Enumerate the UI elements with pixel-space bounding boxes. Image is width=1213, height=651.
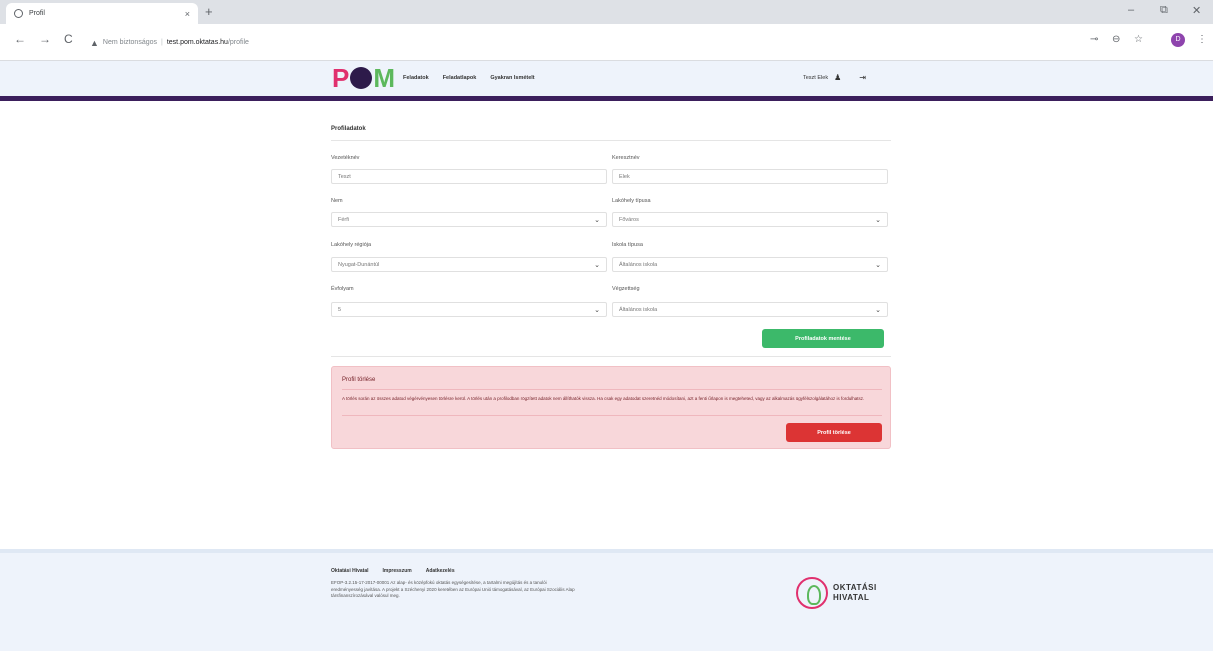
star-icon[interactable]: ☆ [1134,34,1143,45]
browser-tab-bar: Profil × + – ⧉ ✕ [0,0,1213,24]
site-header [0,61,1213,96]
main-content [0,101,1213,549]
settlement-type-value: Főváros [619,216,639,223]
user-menu: Teszt Elek ♟ ⇥ [803,73,866,82]
forward-button[interactable]: → [39,32,51,46]
settlement-type-label: Lakóhely típusa [612,198,651,204]
footer-link-privacy[interactable]: Adatkezelés [426,568,455,574]
alert-divider [342,389,882,390]
back-button[interactable]: ← [14,32,26,46]
oh-brand-line2: HIVATAL [833,593,870,602]
oh-brand-text: OKTATÁSI HIVATAL [833,583,877,603]
tab-close-icon[interactable]: × [185,9,190,19]
zoom-icon[interactable]: ⊖ [1112,34,1120,45]
gender-select[interactable]: Férfi ⌄ [331,212,607,227]
role-select[interactable]: Általános iskola ⌄ [612,302,888,317]
chevron-down-icon: ⌄ [875,261,881,269]
school-type-select[interactable]: Általános iskola ⌄ [612,257,888,272]
grade-select[interactable]: 5 ⌄ [331,302,607,317]
logout-icon[interactable]: ⇥ [859,73,866,82]
gender-value: Férfi [338,216,349,223]
footer-link-imprint[interactable]: Impresszum [383,568,412,574]
region-label: Lakóhely régiója [331,242,372,248]
chevron-down-icon: ⌄ [594,261,600,269]
url-input[interactable]: ▲ Nem biztonságos | test.pom.oktatas.hu … [90,30,1080,55]
page-title: Profiladatok [331,126,366,132]
region-value: Nyugat-Dunántúl [338,261,380,268]
role-value: Általános iskola [619,306,658,313]
globe-icon [14,9,23,18]
logo-letter-p: P [332,62,350,93]
reload-button[interactable]: C [64,32,73,46]
key-icon[interactable]: ⊸ [1090,34,1098,45]
region-select[interactable]: Nyugat-Dunántúl ⌄ [331,257,607,272]
nav-item-worksheets[interactable]: Feladatlapok [443,75,477,81]
lastname-label: Vezetéknév [331,155,360,161]
window-close-button[interactable]: ✕ [1192,4,1201,17]
firstname-value: Elek [619,173,630,180]
title-divider [331,140,891,141]
profile-avatar[interactable]: D [1171,33,1185,47]
chevron-down-icon: ⌄ [875,306,881,314]
firstname-label: Keresztnév [612,155,640,161]
oktatasi-hivatal-logo[interactable]: OKTATÁSI HIVATAL [796,577,877,609]
alert-text: A törlés során az összes adatod végérvén… [342,396,865,401]
gender-label: Nem [331,198,343,204]
menu-icon[interactable]: ⋮ [1197,34,1207,45]
lastname-value: Teszt [338,173,351,180]
grade-value: 5 [338,306,342,313]
new-tab-button[interactable]: + [205,4,213,19]
save-profile-button[interactable]: Profiladatok mentése [762,329,884,348]
url-host: test.pom.oktatas.hu [166,39,228,46]
url-path: /profile [227,39,249,46]
delete-profile-alert: Profil törlése A törlés során az összes … [331,366,891,449]
minimize-button[interactable]: – [1128,4,1134,16]
security-state: Nem biztonságos [102,39,158,46]
address-bar-row: ← → C ▲ Nem biztonságos | test.pom.oktat… [0,24,1213,61]
site-footer [0,549,1213,651]
school-type-label: Iskola típusa [612,242,643,248]
user-name[interactable]: Teszt Elek [803,75,828,81]
settlement-type-select[interactable]: Főváros ⌄ [612,212,888,227]
oh-brand-line1: OKTATÁSI [833,583,877,592]
role-label: Végzettség [612,286,640,292]
logo-letter-m: M [373,62,396,93]
lastname-input[interactable]: Teszt [331,169,607,184]
tab-title: Profil [29,10,45,17]
footer-text: EFOP-3.2.15-17-2017-00001 Az alap- és kö… [331,580,575,598]
url-separator: | [161,39,163,46]
footer-links: Oktatási Hivatal Impresszum Adatkezelés [331,568,455,574]
alert-divider-bottom [342,415,882,416]
chevron-down-icon: ⌄ [594,216,600,224]
user-icon[interactable]: ♟ [834,73,841,82]
chevron-down-icon: ⌄ [875,216,881,224]
restore-button[interactable]: ⧉ [1160,4,1168,17]
main-nav: Feladatok Feladatlapok Gyakran Ismételt [403,75,535,81]
grade-label: Évfolyam [331,286,354,292]
warning-icon: ▲ [90,37,99,48]
owl-icon [796,577,828,609]
firstname-input[interactable]: Elek [612,169,888,184]
nav-item-tasks[interactable]: Feladatok [403,75,429,81]
logo-o-icon [350,67,373,89]
form-divider [331,356,891,357]
alert-title: Profil törlése [342,377,376,383]
footer-link-oh[interactable]: Oktatási Hivatal [331,568,369,574]
chevron-down-icon: ⌄ [594,306,600,314]
pom-logo[interactable]: P M [332,62,396,93]
browser-tab[interactable]: Profil × [6,3,198,24]
school-type-value: Általános iskola [619,261,658,268]
nav-item-faq[interactable]: Gyakran Ismételt [490,75,534,81]
delete-profile-button[interactable]: Profil törlése [786,423,882,442]
